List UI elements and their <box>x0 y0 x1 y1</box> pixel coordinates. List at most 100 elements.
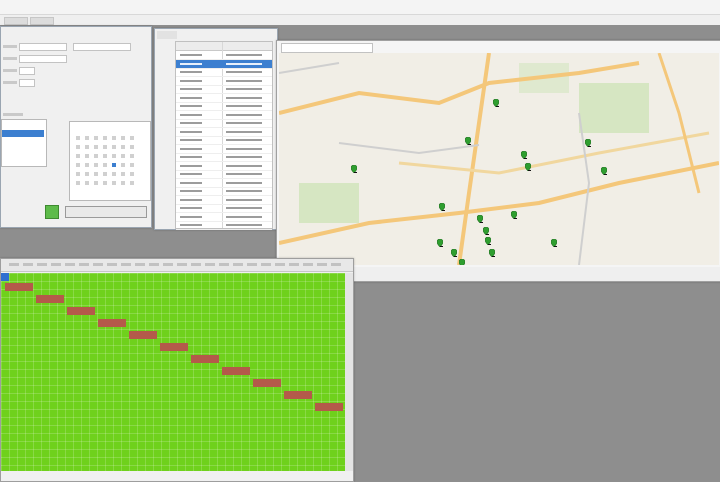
form-input[interactable] <box>73 43 131 51</box>
toolbar-button[interactable] <box>30 17 54 25</box>
form-input[interactable] <box>19 55 67 63</box>
calendar-day[interactable] <box>130 145 134 149</box>
calendar-day[interactable] <box>121 145 125 149</box>
calendar-day[interactable] <box>85 145 89 149</box>
calendar-day[interactable] <box>103 181 107 185</box>
calendar-day[interactable] <box>121 172 125 176</box>
map-pin-icon[interactable] <box>524 162 532 172</box>
calendar-day[interactable] <box>76 154 80 158</box>
map-pin-icon[interactable] <box>550 238 558 248</box>
calendar-day[interactable] <box>76 181 80 185</box>
form-window <box>0 26 152 228</box>
toolbar-button[interactable] <box>4 17 28 25</box>
calendar-days[interactable] <box>76 136 142 192</box>
time-tick <box>261 263 271 266</box>
calendar-day[interactable] <box>94 136 98 140</box>
go-button[interactable] <box>65 206 147 218</box>
calendar-day[interactable] <box>94 154 98 158</box>
selection-list[interactable] <box>1 119 47 167</box>
calendar-day[interactable] <box>112 145 116 149</box>
calendar-day[interactable] <box>103 163 107 167</box>
map-pin-icon[interactable] <box>484 236 492 246</box>
map-pin-icon[interactable] <box>492 98 500 108</box>
map-pin-icon[interactable] <box>584 138 592 148</box>
schedule-grid[interactable] <box>1 273 345 471</box>
map-pin-icon[interactable] <box>350 164 358 174</box>
calendar-day[interactable] <box>130 181 134 185</box>
booking-block[interactable] <box>315 403 343 411</box>
calendar-day[interactable] <box>121 154 125 158</box>
map-pin-icon[interactable] <box>488 248 496 258</box>
calendar-day[interactable] <box>130 154 134 158</box>
calendar-day[interactable] <box>103 154 107 158</box>
save-icon[interactable] <box>45 205 59 219</box>
calendar-day[interactable] <box>130 163 134 167</box>
calendar-day[interactable] <box>76 145 80 149</box>
calendar-day[interactable] <box>103 145 107 149</box>
selected-cell[interactable] <box>1 273 9 281</box>
map-pin-icon[interactable] <box>464 136 472 146</box>
booking-block[interactable] <box>98 319 126 327</box>
calendar-day[interactable] <box>85 136 89 140</box>
selected-list-item[interactable] <box>2 130 44 137</box>
map-pin-icon[interactable] <box>458 258 466 265</box>
form-input[interactable] <box>19 79 35 87</box>
booking-block[interactable] <box>36 295 64 303</box>
booking-block[interactable] <box>129 331 157 339</box>
table-cell <box>226 105 262 107</box>
booking-block[interactable] <box>284 391 312 399</box>
calendar-day[interactable] <box>76 163 80 167</box>
form-label <box>3 81 17 84</box>
calendar-day[interactable] <box>112 136 116 140</box>
table-cell <box>226 96 262 99</box>
map-pin-icon[interactable] <box>438 202 446 212</box>
form-input[interactable] <box>19 67 35 75</box>
table-row[interactable] <box>176 221 272 230</box>
time-tick <box>9 263 19 266</box>
table-header <box>176 42 272 51</box>
table-toolbar[interactable] <box>157 31 177 39</box>
calendar-day[interactable] <box>94 163 98 167</box>
booking-block[interactable] <box>160 343 188 351</box>
calendar-day[interactable] <box>130 172 134 176</box>
booking-block[interactable] <box>67 307 95 315</box>
booking-block[interactable] <box>222 367 250 375</box>
booking-block[interactable] <box>5 283 33 291</box>
calendar-day[interactable] <box>94 181 98 185</box>
map-search-input[interactable] <box>281 43 373 53</box>
map-pin-icon[interactable] <box>450 248 458 258</box>
form-input[interactable] <box>19 43 67 51</box>
calendar-day[interactable] <box>103 136 107 140</box>
calendar-day[interactable] <box>76 136 80 140</box>
vertical-scrollbar[interactable] <box>345 273 353 471</box>
calendar-day[interactable] <box>85 163 89 167</box>
map-pin-icon[interactable] <box>476 214 484 224</box>
calendar-day[interactable] <box>85 181 89 185</box>
calendar-day[interactable] <box>76 172 80 176</box>
calendar-day[interactable] <box>85 154 89 158</box>
calendar-day[interactable] <box>121 181 125 185</box>
map-canvas[interactable] <box>279 53 719 265</box>
booking-block[interactable] <box>191 355 219 363</box>
calendar-day[interactable] <box>121 136 125 140</box>
booking-block[interactable] <box>253 379 281 387</box>
group-label <box>3 113 23 116</box>
calendar-day[interactable] <box>121 163 125 167</box>
calendar-day[interactable] <box>94 172 98 176</box>
data-table[interactable] <box>175 41 273 230</box>
calendar-day[interactable] <box>112 172 116 176</box>
calendar[interactable] <box>69 121 151 201</box>
map-pin-icon[interactable] <box>482 226 490 236</box>
calendar-day[interactable] <box>94 145 98 149</box>
calendar-day[interactable] <box>112 181 116 185</box>
calendar-day[interactable] <box>103 172 107 176</box>
calendar-day[interactable] <box>85 172 89 176</box>
map-pin-icon[interactable] <box>510 210 518 220</box>
table-cell <box>180 156 202 158</box>
calendar-day[interactable] <box>130 136 134 140</box>
map-pin-icon[interactable] <box>436 238 444 248</box>
calendar-day[interactable] <box>112 154 116 158</box>
map-pin-icon[interactable] <box>600 166 608 176</box>
map-pin-icon[interactable] <box>520 150 528 160</box>
calendar-day[interactable] <box>112 163 116 167</box>
